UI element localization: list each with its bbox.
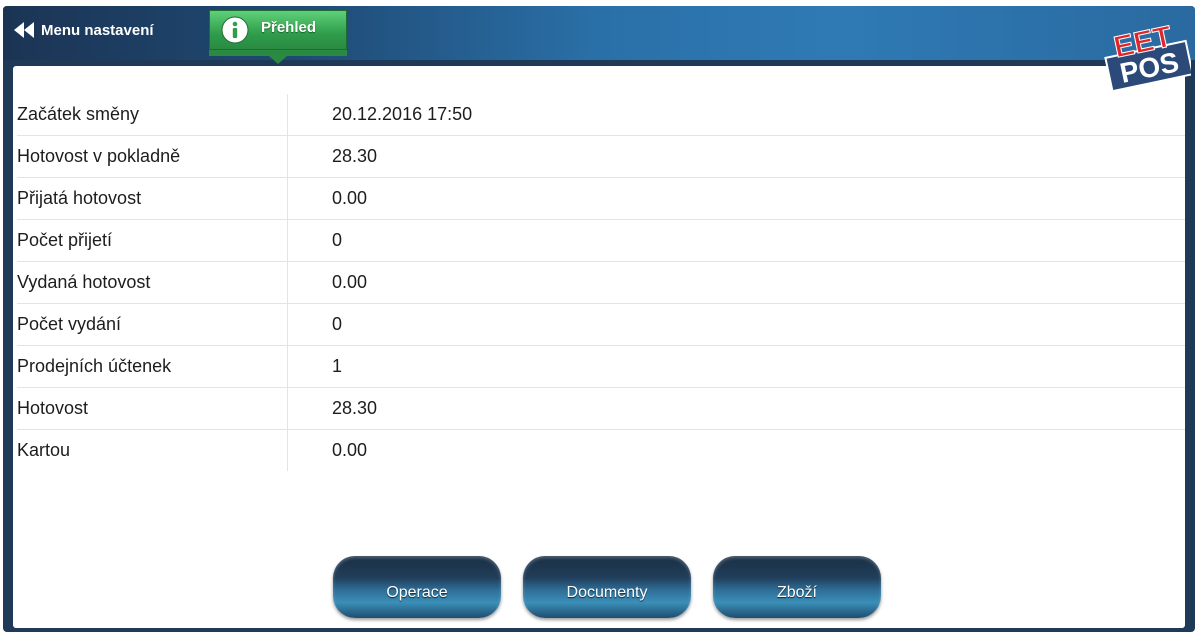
tab-prehled[interactable]: Přehled (209, 6, 347, 64)
row-label: Hotovost (17, 388, 288, 429)
top-bar: Menu nastavení Přehled (3, 6, 1195, 64)
row-value: 0.00 (332, 188, 368, 208)
row-label: Kartou (17, 430, 288, 471)
operace-label: Operace (386, 584, 448, 601)
table-row: Počet přijetí 0 (17, 220, 1185, 262)
table-row: Prodejních účtenek 1 (17, 346, 1185, 388)
row-label: Vydaná hotovost (17, 262, 288, 303)
menu-nastaveni-label: Menu nastavení (41, 21, 154, 39)
eet-pos-logo: POS EET (1095, 12, 1194, 93)
row-value: 0 (332, 230, 343, 250)
table-row: Hotovost v pokladně 28.30 (17, 136, 1185, 178)
tab-pointer-arrow (209, 50, 347, 64)
table-row: Přijatá hotovost 0.00 (17, 178, 1185, 220)
action-buttons: Operace Documenty Zboží (333, 556, 881, 618)
tab-prehled-label: Přehled (261, 19, 317, 36)
table-row: Hotovost 28.30 (17, 388, 1185, 430)
row-value: 0.00 (332, 440, 368, 460)
documenty-button[interactable]: Documenty (523, 556, 691, 618)
row-value: 20.12.2016 17:50 (332, 104, 473, 124)
table-row: Vydaná hotovost 0.00 (17, 262, 1185, 304)
menu-nastaveni-button[interactable]: Menu nastavení (7, 12, 160, 48)
zbozi-label: Zboží (776, 584, 817, 601)
summary-table: Začátek směny 20.12.2016 17:50 Hotovost … (17, 94, 1185, 471)
row-value: 1 (332, 356, 343, 376)
row-label: Počet přijetí (17, 220, 288, 261)
row-value: 28.30 (332, 398, 378, 418)
row-value: 28.30 (332, 146, 378, 166)
table-row: Začátek směny 20.12.2016 17:50 (17, 94, 1185, 136)
zbozi-button[interactable]: Zboží (713, 556, 881, 618)
operace-button[interactable]: Operace (333, 556, 501, 618)
row-label: Prodejních účtenek (17, 346, 288, 387)
main-content: Začátek směny 20.12.2016 17:50 Hotovost … (13, 66, 1185, 628)
table-row: Počet vydání 0 (17, 304, 1185, 346)
info-icon (221, 16, 249, 44)
row-label: Počet vydání (17, 304, 288, 345)
row-value: 0.00 (332, 272, 368, 292)
double-left-arrow-icon (13, 22, 35, 38)
row-label: Přijatá hotovost (17, 178, 288, 219)
documenty-label: Documenty (566, 584, 648, 601)
app-window: Menu nastavení Přehled POS EET Začátek s… (3, 6, 1195, 632)
table-row: Kartou 0.00 (17, 430, 1185, 471)
row-label: Hotovost v pokladně (17, 136, 288, 177)
row-label: Začátek směny (17, 94, 288, 135)
row-value: 0 (332, 314, 343, 334)
